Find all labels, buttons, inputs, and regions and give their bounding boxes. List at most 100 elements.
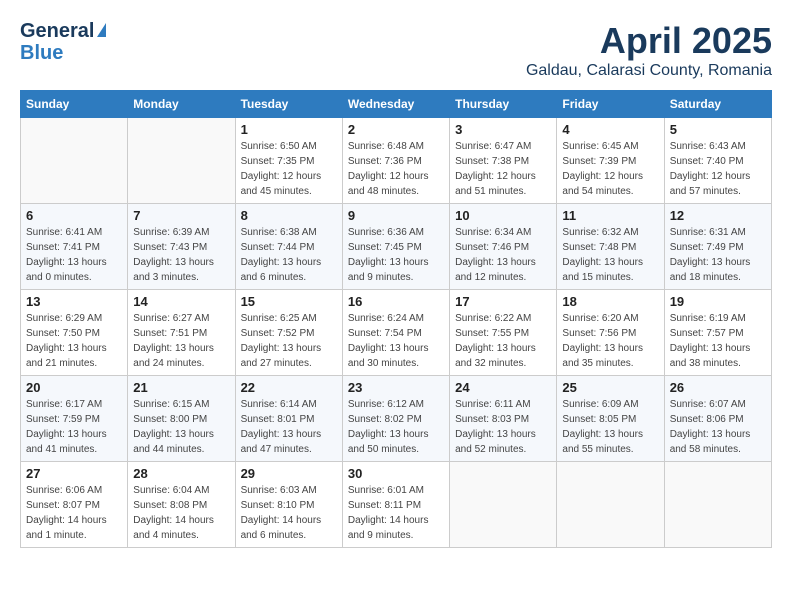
page-header: General Blue April 2025 Galdau, Calarasi…	[20, 20, 772, 80]
day-cell: 22 Sunrise: 6:14 AM Sunset: 8:01 PM Dayli…	[235, 376, 342, 462]
day-cell: 24Sunrise: 6:11 AM Sunset: 8:03 PM Dayli…	[450, 376, 557, 462]
day-number: 25	[562, 380, 658, 395]
day-number: 26	[670, 380, 766, 395]
day-number: 30	[348, 466, 444, 481]
day-cell: 8 Sunrise: 6:38 AM Sunset: 7:44 PM Daylig…	[235, 204, 342, 290]
day-cell: 17 Sunrise: 6:22 AM Sunset: 7:55 PM Dayli…	[450, 290, 557, 376]
day-cell: 5 Sunrise: 6:43 AM Sunset: 7:40 PM Daylig…	[664, 118, 771, 204]
day-info: Sunrise: 6:01 AM Sunset: 8:11 PM Dayligh…	[348, 483, 444, 543]
day-info: Sunrise: 6:14 AM Sunset: 8:01 PM Dayligh…	[241, 397, 337, 457]
day-number: 19	[670, 294, 766, 309]
day-number: 3	[455, 122, 551, 137]
day-number: 28	[133, 466, 229, 481]
day-cell: 19 Sunrise: 6:19 AM Sunset: 7:57 PM Dayli…	[664, 290, 771, 376]
day-info: Sunrise: 6:48 AM Sunset: 7:36 PM Dayligh…	[348, 139, 444, 199]
day-info: Sunrise: 6:43 AM Sunset: 7:40 PM Dayligh…	[670, 139, 766, 199]
day-cell	[557, 462, 664, 548]
day-cell: 10 Sunrise: 6:34 AM Sunset: 7:46 PM Dayli…	[450, 204, 557, 290]
day-number: 5	[670, 122, 766, 137]
day-info: Sunrise: 6:15 AM Sunset: 8:00 PM Dayligh…	[133, 397, 229, 457]
day-number: 11	[562, 208, 658, 223]
logo-text-blue: Blue	[20, 42, 63, 64]
day-cell: 1 Sunrise: 6:50 AM Sunset: 7:35 PM Daylig…	[235, 118, 342, 204]
col-header-saturday: Saturday	[664, 91, 771, 118]
day-cell: 23 Sunrise: 6:12 AM Sunset: 8:02 PM Dayli…	[342, 376, 449, 462]
col-header-thursday: Thursday	[450, 91, 557, 118]
day-info: Sunrise: 6:04 AM Sunset: 8:08 PM Dayligh…	[133, 483, 229, 543]
day-cell: 20Sunrise: 6:17 AM Sunset: 7:59 PM Dayli…	[21, 376, 128, 462]
day-cell: 14 Sunrise: 6:27 AM Sunset: 7:51 PM Dayli…	[128, 290, 235, 376]
day-info: Sunrise: 6:27 AM Sunset: 7:51 PM Dayligh…	[133, 311, 229, 371]
day-number: 8	[241, 208, 337, 223]
day-info: Sunrise: 6:41 AM Sunset: 7:41 PM Dayligh…	[26, 225, 122, 285]
day-number: 12	[670, 208, 766, 223]
day-number: 16	[348, 294, 444, 309]
day-number: 13	[26, 294, 122, 309]
day-cell	[21, 118, 128, 204]
day-cell: 7 Sunrise: 6:39 AM Sunset: 7:43 PM Daylig…	[128, 204, 235, 290]
day-cell: 2 Sunrise: 6:48 AM Sunset: 7:36 PM Daylig…	[342, 118, 449, 204]
week-row-4: 20Sunrise: 6:17 AM Sunset: 7:59 PM Dayli…	[21, 376, 772, 462]
day-cell	[450, 462, 557, 548]
day-info: Sunrise: 6:24 AM Sunset: 7:54 PM Dayligh…	[348, 311, 444, 371]
day-cell: 9 Sunrise: 6:36 AM Sunset: 7:45 PM Daylig…	[342, 204, 449, 290]
day-info: Sunrise: 6:07 AM Sunset: 8:06 PM Dayligh…	[670, 397, 766, 457]
day-number: 4	[562, 122, 658, 137]
day-number: 7	[133, 208, 229, 223]
col-header-wednesday: Wednesday	[342, 91, 449, 118]
day-cell: 3 Sunrise: 6:47 AM Sunset: 7:38 PM Daylig…	[450, 118, 557, 204]
day-info: Sunrise: 6:34 AM Sunset: 7:46 PM Dayligh…	[455, 225, 551, 285]
week-row-5: 27 Sunrise: 6:06 AM Sunset: 8:07 PM Dayli…	[21, 462, 772, 548]
day-info: Sunrise: 6:06 AM Sunset: 8:07 PM Dayligh…	[26, 483, 122, 543]
logo: General Blue	[20, 20, 106, 64]
day-info: Sunrise: 6:19 AM Sunset: 7:57 PM Dayligh…	[670, 311, 766, 371]
day-number: 9	[348, 208, 444, 223]
day-number: 14	[133, 294, 229, 309]
col-header-monday: Monday	[128, 91, 235, 118]
day-cell	[128, 118, 235, 204]
day-number: 18	[562, 294, 658, 309]
day-info: Sunrise: 6:12 AM Sunset: 8:02 PM Dayligh…	[348, 397, 444, 457]
day-info: Sunrise: 6:36 AM Sunset: 7:45 PM Dayligh…	[348, 225, 444, 285]
day-cell	[664, 462, 771, 548]
day-number: 27	[26, 466, 122, 481]
day-info: Sunrise: 6:22 AM Sunset: 7:55 PM Dayligh…	[455, 311, 551, 371]
day-number: 22	[241, 380, 337, 395]
day-cell: 16 Sunrise: 6:24 AM Sunset: 7:54 PM Dayli…	[342, 290, 449, 376]
day-cell: 26 Sunrise: 6:07 AM Sunset: 8:06 PM Dayli…	[664, 376, 771, 462]
day-info: Sunrise: 6:03 AM Sunset: 8:10 PM Dayligh…	[241, 483, 337, 543]
day-cell: 13Sunrise: 6:29 AM Sunset: 7:50 PM Dayli…	[21, 290, 128, 376]
day-cell: 6 Sunrise: 6:41 AM Sunset: 7:41 PM Daylig…	[21, 204, 128, 290]
day-cell: 4Sunrise: 6:45 AM Sunset: 7:39 PM Daylig…	[557, 118, 664, 204]
day-number: 29	[241, 466, 337, 481]
day-number: 10	[455, 208, 551, 223]
day-cell: 28 Sunrise: 6:04 AM Sunset: 8:08 PM Dayli…	[128, 462, 235, 548]
calendar-title: April 2025	[526, 20, 772, 62]
day-info: Sunrise: 6:39 AM Sunset: 7:43 PM Dayligh…	[133, 225, 229, 285]
day-number: 21	[133, 380, 229, 395]
col-header-sunday: Sunday	[21, 91, 128, 118]
day-info: Sunrise: 6:47 AM Sunset: 7:38 PM Dayligh…	[455, 139, 551, 199]
day-number: 1	[241, 122, 337, 137]
day-info: Sunrise: 6:31 AM Sunset: 7:49 PM Dayligh…	[670, 225, 766, 285]
day-cell: 30 Sunrise: 6:01 AM Sunset: 8:11 PM Dayli…	[342, 462, 449, 548]
week-row-2: 6 Sunrise: 6:41 AM Sunset: 7:41 PM Daylig…	[21, 204, 772, 290]
day-info: Sunrise: 6:17 AM Sunset: 7:59 PM Dayligh…	[26, 397, 122, 457]
day-info: Sunrise: 6:50 AM Sunset: 7:35 PM Dayligh…	[241, 139, 337, 199]
day-number: 24	[455, 380, 551, 395]
day-info: Sunrise: 6:32 AM Sunset: 7:48 PM Dayligh…	[562, 225, 658, 285]
day-number: 6	[26, 208, 122, 223]
day-number: 23	[348, 380, 444, 395]
col-header-tuesday: Tuesday	[235, 91, 342, 118]
day-number: 17	[455, 294, 551, 309]
day-cell: 11 Sunrise: 6:32 AM Sunset: 7:48 PM Dayli…	[557, 204, 664, 290]
calendar-header-row: SundayMondayTuesdayWednesdayThursdayFrid…	[21, 91, 772, 118]
day-cell: 29 Sunrise: 6:03 AM Sunset: 8:10 PM Dayli…	[235, 462, 342, 548]
calendar-table: SundayMondayTuesdayWednesdayThursdayFrid…	[20, 90, 772, 548]
week-row-3: 13Sunrise: 6:29 AM Sunset: 7:50 PM Dayli…	[21, 290, 772, 376]
day-info: Sunrise: 6:38 AM Sunset: 7:44 PM Dayligh…	[241, 225, 337, 285]
day-cell: 12 Sunrise: 6:31 AM Sunset: 7:49 PM Dayli…	[664, 204, 771, 290]
day-cell: 27 Sunrise: 6:06 AM Sunset: 8:07 PM Dayli…	[21, 462, 128, 548]
day-number: 2	[348, 122, 444, 137]
logo-text-general: General	[20, 20, 94, 42]
